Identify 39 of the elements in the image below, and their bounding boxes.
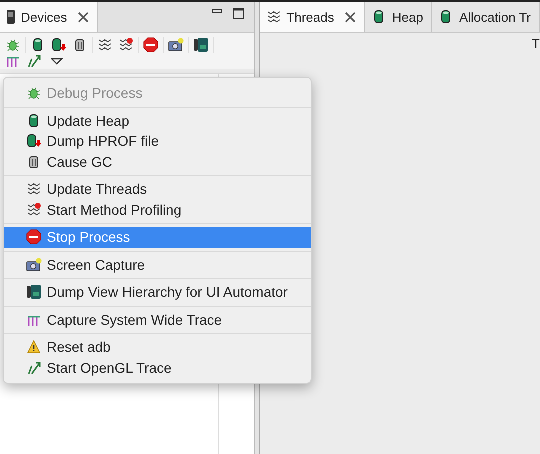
devices-tab[interactable]: Devices bbox=[0, 2, 98, 32]
menu-item[interactable]: Update Threads bbox=[4, 179, 311, 200]
threads-dot-icon bbox=[26, 202, 42, 218]
threads-dot-icon[interactable] bbox=[118, 37, 134, 53]
menu-item[interactable]: Start Method Profiling bbox=[4, 200, 311, 220]
view-tab[interactable]: Heap bbox=[365, 2, 432, 32]
stop-sign-icon[interactable] bbox=[143, 37, 159, 53]
view-tab[interactable]: Threads bbox=[260, 2, 366, 32]
warning-icon bbox=[26, 339, 42, 356]
cylinder-arrow-icon[interactable] bbox=[51, 37, 67, 53]
maximize-icon[interactable] bbox=[233, 8, 244, 18]
close-icon[interactable] bbox=[78, 12, 90, 22]
bug-icon bbox=[26, 85, 42, 102]
arrow-icon bbox=[26, 360, 42, 376]
stop-sign-icon bbox=[26, 229, 42, 246]
cut-off-text: T bbox=[532, 36, 540, 53]
device-icon bbox=[26, 284, 42, 300]
menu-item[interactable]: Update Heap bbox=[4, 110, 311, 131]
threads-icon bbox=[266, 9, 282, 25]
menu-item[interactable]: Reset adb bbox=[4, 337, 311, 358]
menu-item[interactable]: Dump HPROF file bbox=[4, 131, 311, 152]
device-icon[interactable] bbox=[193, 37, 209, 53]
menu-item[interactable]: Dump View Hierarchy for UI Automator bbox=[4, 282, 311, 302]
camera-icon[interactable] bbox=[168, 37, 184, 53]
bug-icon[interactable] bbox=[5, 37, 21, 53]
camera-icon bbox=[26, 256, 42, 273]
menu-item[interactable]: Cause GC bbox=[4, 152, 311, 172]
tab-label: Devices bbox=[21, 10, 68, 24]
menu-item[interactable]: Start OpenGL Trace bbox=[4, 358, 311, 378]
arrow-icon[interactable] bbox=[26, 53, 42, 69]
close-icon[interactable] bbox=[345, 12, 356, 22]
threads-icon bbox=[26, 181, 42, 198]
menu-item[interactable]: Screen Capture bbox=[4, 254, 311, 275]
menu-item[interactable]: Stop Process bbox=[4, 227, 311, 248]
menu-item[interactable]: Capture System Wide Trace bbox=[4, 310, 311, 330]
view-tab[interactable]: Allocation Tr bbox=[432, 2, 540, 32]
threads-icon[interactable] bbox=[97, 37, 113, 53]
phone-icon bbox=[6, 9, 16, 25]
cylinder-arrow-icon bbox=[26, 133, 42, 150]
